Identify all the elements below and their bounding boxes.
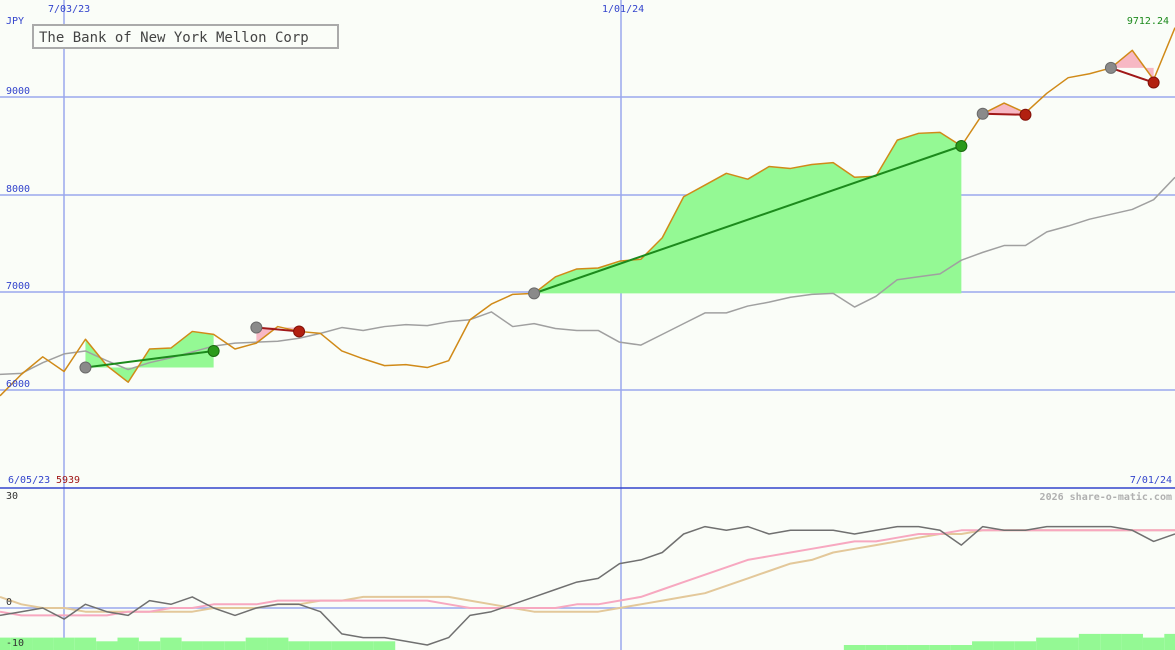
histogram-bar-5 [96,641,118,650]
osc-ytick-minus10: -10 [6,638,24,649]
trade-entry-marker-4 [1104,61,1117,74]
chart-title: The Bank of New York Mellon Corp [39,30,309,46]
histogram-bar-55 [1164,633,1175,650]
xtick-jan-2024: 1/01/24 [602,4,644,15]
histogram-bar-44 [929,645,951,650]
histogram-bar-18 [373,641,396,650]
histogram-bar-51 [1078,633,1101,650]
trade-exit-marker-3 [1019,108,1032,121]
histogram-bar-13 [267,637,289,650]
histogram-bar-49 [1036,637,1058,650]
osc-ytick-30: 30 [6,491,18,502]
histogram-bar-11 [224,641,246,650]
histogram-bar-47 [993,641,1015,650]
trade-entry-marker-2 [528,287,541,300]
ytick-9000: 9000 [6,86,30,97]
histogram-bar-7 [138,641,161,650]
histogram-bar-17 [352,641,374,650]
histogram-bar-42 [886,645,908,650]
histogram-bar-9 [181,641,203,650]
histogram-bar-54 [1142,637,1165,650]
histogram-bar-48 [1014,641,1037,650]
ytick-6000: 6000 [6,379,30,390]
histogram-bar-4 [74,637,97,650]
histogram-bar-16 [331,641,353,650]
histogram-bar-2 [32,637,54,650]
last-price-label: 9712.24 [1127,16,1169,27]
trade-entry-marker-3 [976,107,989,120]
ytick-8000: 8000 [6,184,30,195]
xtick-jul-2023: 7/03/23 [48,4,90,15]
histogram-bar-43 [907,645,930,650]
trade-entry-marker-1 [250,321,263,334]
trade-line-3 [982,112,1026,116]
histogram-bar-45 [950,645,973,650]
histogram-bar-50 [1057,637,1079,650]
trade-entry-marker-0 [79,361,92,374]
histogram-bar-3 [53,637,75,650]
trade-exit-marker-0 [207,344,220,357]
histogram-bar-41 [865,645,887,650]
histogram-bar-40 [843,645,866,650]
trade-exit-marker-1 [293,325,306,338]
histogram-bar-10 [202,641,225,650]
trade-exit-marker-2 [955,140,968,152]
end-date-label: 7/01/24 [1130,475,1172,486]
watermark: 2026 share-o-matic.com [1040,491,1172,503]
histogram-bar-8 [160,637,182,650]
histogram-bar-52 [1100,633,1122,650]
histogram-bar-12 [245,637,268,650]
start-date-label: 6/05/23 [8,475,50,486]
start-price-label: 5939 [56,475,80,486]
histogram-bar-6 [117,637,139,650]
trade-exit-marker-4 [1147,76,1160,89]
histogram-bar-46 [972,641,994,650]
histogram-bar-14 [288,641,310,650]
currency-label: JPY [6,16,24,27]
price-chart: 9000 8000 7000 6000 30 0 -10 7/03/23 1/0… [0,0,1175,650]
osc-ytick-0: 0 [6,597,12,608]
histogram-bar-53 [1121,633,1143,650]
histogram-bar-15 [309,641,332,650]
ytick-7000: 7000 [6,281,30,292]
